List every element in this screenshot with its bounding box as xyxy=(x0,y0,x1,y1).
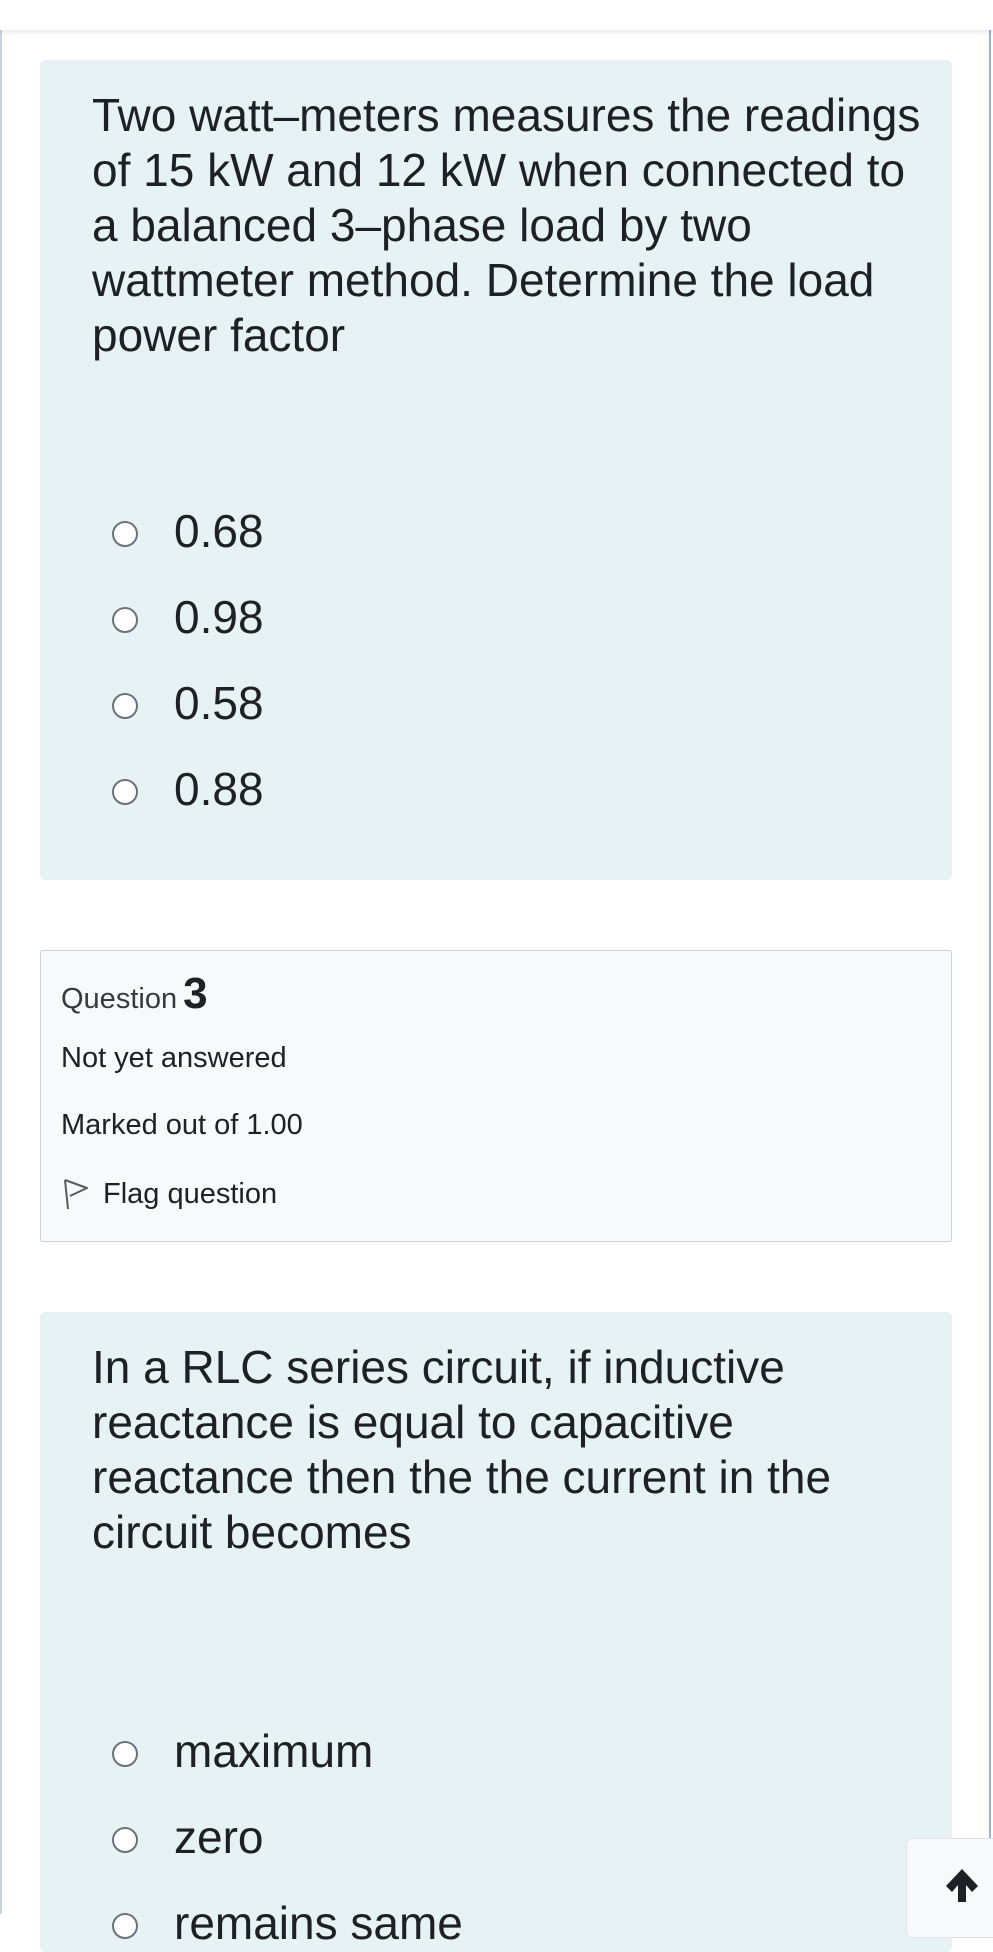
question-3-content: In a RLC series circuit, if inductive re… xyxy=(40,1312,952,1952)
radio-unchecked-icon[interactable] xyxy=(112,692,138,719)
question-3-info: Question 3 Not yet answered Marked out of… xyxy=(40,950,952,1242)
answer-option-label: 0.58 xyxy=(174,677,264,729)
question-2-content: Two watt–meters measures the readings of… xyxy=(40,60,952,880)
answer-option-label: 0.68 xyxy=(174,505,264,557)
flag-question-label: Flag question xyxy=(103,1177,278,1210)
radio-unchecked-icon[interactable] xyxy=(112,1912,138,1939)
radio-unchecked-icon[interactable] xyxy=(112,606,138,633)
question-3-text: In a RLC series circuit, if inductive re… xyxy=(92,1341,832,1558)
question-number: 3 xyxy=(183,969,208,1018)
page-border-left xyxy=(0,30,2,1914)
answer-option-c[interactable]: 0.58 xyxy=(112,676,264,731)
question-2-text: Two watt–meters measures the readings of… xyxy=(92,89,921,361)
answer-option-label: remains same xyxy=(174,1897,463,1949)
flag-question-toggle[interactable]: Flag question xyxy=(61,1177,277,1211)
question-number-heading: Question 3 xyxy=(61,969,208,1019)
answer-option-b[interactable]: 0.98 xyxy=(112,590,264,645)
answer-option-label: 0.98 xyxy=(174,591,264,643)
answer-option-b[interactable]: zero xyxy=(112,1810,263,1865)
answer-option-d[interactable]: 0.88 xyxy=(112,762,264,817)
page-border-right xyxy=(989,30,991,1914)
top-navbar xyxy=(0,0,993,30)
radio-unchecked-icon[interactable] xyxy=(112,1740,138,1767)
answer-option-label: 0.88 xyxy=(174,763,264,815)
question-marks: Marked out of 1.00 xyxy=(61,1109,303,1141)
answer-option-a[interactable]: 0.68 xyxy=(112,504,264,559)
answer-option-a[interactable]: maximum xyxy=(112,1724,373,1779)
answer-option-label: maximum xyxy=(174,1725,374,1777)
question-status: Not yet answered xyxy=(61,1042,287,1074)
radio-unchecked-icon[interactable] xyxy=(112,520,138,547)
radio-unchecked-icon[interactable] xyxy=(112,778,138,805)
back-to-top-button[interactable] xyxy=(906,1838,993,1938)
question-word: Question xyxy=(61,983,178,1015)
answer-option-c[interactable]: remains same xyxy=(112,1896,463,1951)
answer-option-label: zero xyxy=(174,1811,264,1863)
flag-outline-icon[interactable] xyxy=(61,1177,103,1211)
radio-unchecked-icon[interactable] xyxy=(112,1826,138,1853)
